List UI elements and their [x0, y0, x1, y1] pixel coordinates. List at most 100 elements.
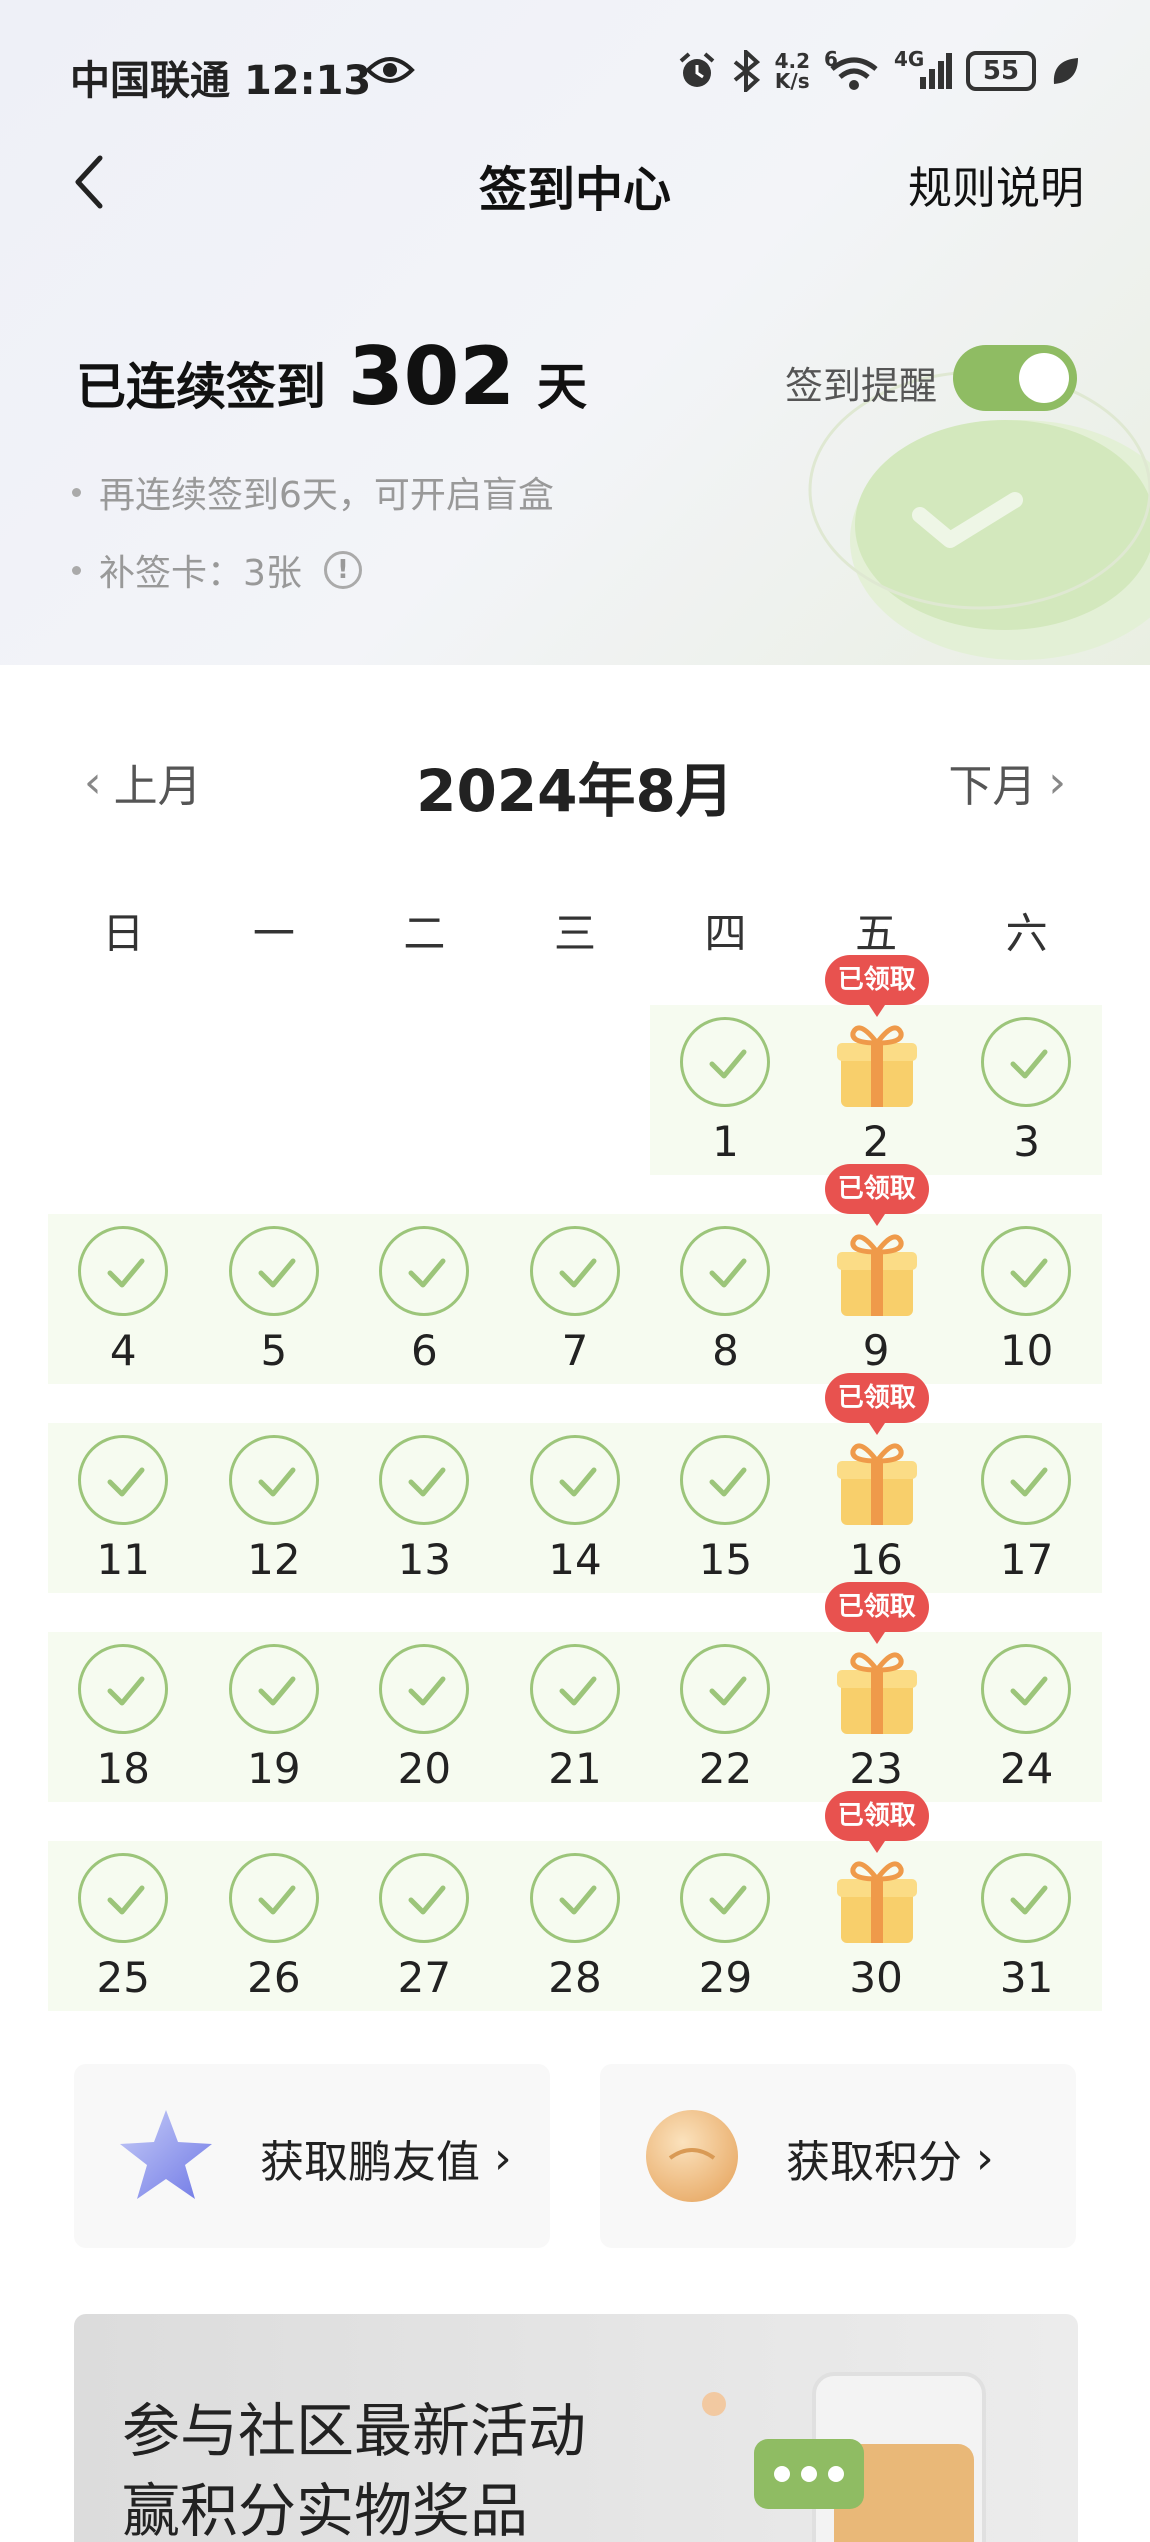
carrier-time: 中国联通 12:13 [70, 48, 371, 106]
calendar-day-17[interactable]: 17 [951, 1423, 1102, 1593]
calendar-empty-cell [199, 1005, 350, 1175]
calendar-week-row: 25 26 27 28 29 已领取 30 31 [48, 1791, 1102, 2011]
check-icon [78, 1644, 168, 1734]
day-number: 26 [247, 1953, 301, 2002]
calendar-day-5[interactable]: 5 [199, 1214, 350, 1384]
tip-makeup-cards-text: 补签卡：3张 [99, 553, 302, 594]
info-icon[interactable]: ! [323, 551, 362, 589]
calendar-day-19[interactable]: 19 [199, 1632, 350, 1802]
calendar-day-14[interactable]: 14 [500, 1423, 651, 1593]
calendar-day-30[interactable]: 已领取 30 [801, 1791, 952, 2011]
calendar-day-31[interactable]: 31 [951, 1841, 1102, 2011]
day-number: 14 [548, 1535, 602, 1584]
calendar-day-7[interactable]: 7 [500, 1214, 651, 1384]
alarm-icon [679, 52, 714, 87]
calendar-day-18[interactable]: 18 [48, 1632, 199, 1802]
check-icon [379, 1853, 470, 1943]
calendar-day-20[interactable]: 20 [349, 1632, 500, 1802]
day-number: 8 [712, 1326, 739, 1375]
day-number: 2 [862, 1117, 890, 1166]
calendar-day-6[interactable]: 6 [349, 1214, 500, 1384]
check-icon [981, 1226, 1072, 1316]
calendar-day-13[interactable]: 13 [349, 1423, 500, 1593]
calendar-day-23[interactable]: 已领取 23 [801, 1582, 952, 1802]
leaf-icon [1053, 58, 1078, 84]
get-points-card[interactable]: 获取积分 › [600, 2064, 1076, 2248]
star-icon [120, 2110, 212, 2199]
check-icon [529, 1226, 620, 1316]
day-number: 10 [999, 1326, 1054, 1375]
activity-banner[interactable]: 参与社区最新活动 赢积分实物奖品 [74, 2314, 1078, 2542]
calendar-day-10[interactable]: 10 [951, 1214, 1102, 1384]
day-number: 7 [561, 1326, 589, 1375]
signal-icon: 4G [894, 47, 952, 91]
calendar-day-9[interactable]: 已领取 9 [801, 1164, 952, 1384]
chevron-right-icon: › [1048, 756, 1066, 808]
day-number: 30 [849, 1953, 903, 2002]
reminder-label: 签到提醒 [785, 364, 938, 408]
calendar-day-27[interactable]: 27 [349, 1841, 500, 2011]
check-icon [78, 1435, 168, 1525]
month-switcher: ‹ 上月 2024年8月 下月 › [0, 740, 1150, 826]
tip-makeup-cards: 补签卡：3张 ! [72, 544, 554, 596]
net-speed-value: 4.2 [774, 49, 810, 73]
check-icon [680, 1853, 771, 1943]
gift-box-icon [836, 1025, 917, 1107]
day-number: 4 [109, 1326, 137, 1375]
calendar-day-11[interactable]: 11 [48, 1423, 199, 1593]
day-number: 21 [548, 1744, 602, 1793]
check-icon [529, 1435, 620, 1525]
tip-blind-box: 再连续签到6天，可开启盲盒 [72, 466, 554, 518]
calendar-day-25[interactable]: 25 [48, 1841, 199, 2011]
check-icon [981, 1644, 1072, 1734]
check-icon [529, 1853, 620, 1943]
calendar-day-16[interactable]: 已领取 16 [801, 1373, 952, 1593]
net-speed: 4.2 K/s [775, 51, 810, 91]
tip-blind-box-text: 再连续签到6天，可开启盲盒 [99, 475, 554, 516]
check-icon [379, 1226, 470, 1316]
battery-indicator: 55 [966, 51, 1036, 91]
check-icon [228, 1853, 319, 1943]
calendar-day-4[interactable]: 4 [48, 1214, 199, 1384]
day-number: 31 [999, 1953, 1054, 2002]
next-month-button[interactable]: 下月 › [948, 750, 1066, 814]
rules-link[interactable]: 规则说明 [908, 152, 1084, 216]
status-bar: 中国联通 12:13 4.2 K/s 6 4G 55 [0, 40, 1150, 104]
eye-icon [365, 57, 415, 83]
check-icon [981, 1435, 1072, 1525]
coin-icon [646, 2110, 738, 2202]
calendar-day-24[interactable]: 24 [951, 1632, 1102, 1802]
calendar-empty-cell [48, 1005, 199, 1175]
calendar-day-26[interactable]: 26 [199, 1841, 350, 2011]
calendar-day-29[interactable]: 29 [650, 1841, 801, 2011]
day-number: 12 [247, 1535, 301, 1584]
get-points-label: 获取积分 › [786, 2126, 994, 2190]
check-icon [680, 1226, 771, 1316]
day-number: 25 [96, 1953, 150, 2002]
calendar-day-15[interactable]: 15 [650, 1423, 801, 1593]
wifi-icon: 6 [824, 47, 880, 91]
day-number: 1 [712, 1117, 739, 1166]
calendar-day-2[interactable]: 已领取 2 [801, 955, 952, 1175]
get-friend-value-card[interactable]: 获取鹏友值 › [74, 2064, 550, 2248]
calendar-day-1[interactable]: 1 [650, 1005, 801, 1175]
calendar-day-28[interactable]: 28 [500, 1841, 651, 2011]
check-icon [981, 1853, 1072, 1943]
calendar-day-8[interactable]: 8 [650, 1214, 801, 1384]
check-icon [78, 1226, 168, 1316]
streak-suffix: 天 [537, 358, 587, 416]
streak-prefix: 已连续签到 [76, 358, 326, 416]
weekday-tue: 二 [403, 909, 446, 958]
calendar-empty-cell [349, 1005, 500, 1175]
tips-list: 再连续签到6天，可开启盲盒 补签卡：3张 ! [72, 466, 554, 622]
reminder-toggle[interactable] [953, 345, 1077, 411]
calendar-day-12[interactable]: 12 [199, 1423, 350, 1593]
calendar-day-21[interactable]: 21 [500, 1632, 651, 1802]
day-number: 19 [247, 1744, 301, 1793]
calendar-day-3[interactable]: 3 [951, 1005, 1102, 1175]
calendar-day-22[interactable]: 22 [650, 1632, 801, 1802]
get-points-text: 获取积分 [786, 2137, 962, 2188]
status-icons: 4.2 K/s 6 4G 55 [677, 47, 1080, 92]
gift-box-icon [836, 1652, 917, 1734]
claimed-badge: 已领取 [824, 955, 929, 1017]
